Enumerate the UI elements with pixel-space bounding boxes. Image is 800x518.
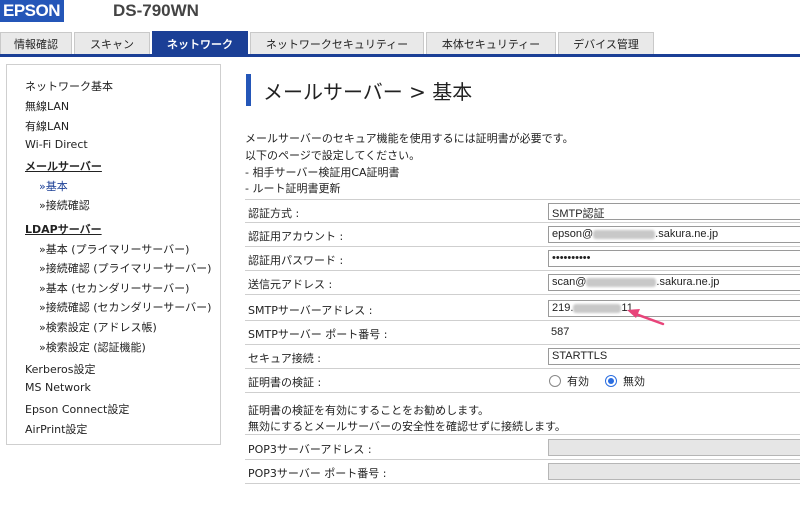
tab-device-security[interactable]: 本体セキュリティー <box>426 32 556 54</box>
row-secure-connection: セキュア接続 : STARTTLS <box>245 345 800 369</box>
sidebar-item-ms-network[interactable]: MS Network <box>25 381 91 394</box>
row-sender-address: 送信元アドレス : scan@ .sakura.ne.jp <box>245 271 800 295</box>
sidebar-item-kerberos[interactable]: Kerberos設定 <box>25 361 95 377</box>
tab-network-security[interactable]: ネットワークセキュリティー <box>250 32 424 54</box>
header: EPSON DS-790WN <box>0 0 800 27</box>
tab-device-management[interactable]: デバイス管理 <box>558 32 654 54</box>
sidebar-item-mail-basic[interactable]: »基本 <box>39 178 68 194</box>
sender-address-prefix: scan@ <box>552 276 587 288</box>
row-smtp-server: SMTPサーバーアドレス : 219. 11 <box>245 297 800 321</box>
blurred-text <box>586 277 657 287</box>
blurred-text <box>573 303 622 313</box>
tab-bar: 情報確認 スキャン ネットワーク ネットワークセキュリティー 本体セキュリティー… <box>0 30 800 57</box>
radio-disable-label[interactable]: 無効 <box>623 373 645 389</box>
row-cert-validation: 証明書の検証 : 有効 無効 <box>245 369 800 393</box>
sidebar-item-search-auth[interactable]: »検索設定 (認証機能) <box>39 339 146 355</box>
row-auth-method: 認証方式 : SMTP認証 <box>245 199 800 223</box>
radio-enable-label[interactable]: 有効 <box>567 373 589 389</box>
auth-password-input[interactable]: •••••••••• <box>548 250 800 267</box>
epson-logo: EPSON <box>0 0 65 22</box>
sidebar-item-wired-lan[interactable]: 有線LAN <box>25 118 69 134</box>
smtp-server-suffix: 11 <box>621 302 633 314</box>
pop3-server-input[interactable] <box>548 439 800 456</box>
tab-information[interactable]: 情報確認 <box>0 32 72 54</box>
sidebar-item-ldap-check-secondary[interactable]: »接続確認 (セカンダリーサーバー) <box>39 299 211 315</box>
smtp-server-label: SMTPサーバーアドレス : <box>248 304 373 317</box>
smtp-server-prefix: 219. <box>552 302 574 314</box>
smtp-port-label: SMTPサーバー ポート番号 : <box>248 328 388 341</box>
row-auth-account: 認証用アカウント : epson@ .sakura.ne.jp <box>245 223 800 247</box>
sidebar-item-ldap-basic-primary[interactable]: »基本 (プライマリーサーバー) <box>39 241 189 257</box>
secure-connection-select[interactable]: STARTTLS <box>548 348 800 365</box>
pop3-port-label: POP3サーバー ポート番号 : <box>248 467 387 480</box>
info-line: - 相手サーバー検証用CA証明書 <box>245 166 400 179</box>
sender-address-input[interactable]: scan@ .sakura.ne.jp <box>548 274 800 291</box>
info-line: - ルート証明書更新 <box>245 182 341 195</box>
cert-validation-label: 証明書の検証 : <box>248 376 322 389</box>
sidebar-item-wifi-direct[interactable]: Wi-Fi Direct <box>25 138 88 151</box>
auth-account-suffix: .sakura.ne.jp <box>655 228 719 240</box>
row-pop3-port: POP3サーバー ポート番号 : <box>245 460 800 484</box>
info-line: メールサーバーのセキュア機能を使用するには証明書が必要です。 <box>245 132 574 145</box>
sidebar-item-search-address-book[interactable]: »検索設定 (アドレス帳) <box>39 319 157 335</box>
row-smtp-port: SMTPサーバー ポート番号 : 587 <box>245 321 800 345</box>
auth-method-select[interactable]: SMTP認証 <box>548 203 800 220</box>
model-name: DS-790WN <box>113 1 199 20</box>
cert-validation-radio-group: 有効 無効 <box>549 373 655 389</box>
smtp-server-input[interactable]: 219. 11 <box>548 300 800 317</box>
sender-address-suffix: .sakura.ne.jp <box>656 276 720 288</box>
pop3-server-label: POP3サーバーアドレス : <box>248 443 372 456</box>
sidebar: ネットワーク基本 無線LAN 有線LAN Wi-Fi Direct メールサーバ… <box>6 64 221 445</box>
secure-connection-label: セキュア接続 : <box>248 352 321 365</box>
tab-scan[interactable]: スキャン <box>74 32 150 54</box>
auth-account-prefix: epson@ <box>552 228 594 240</box>
auth-account-input[interactable]: epson@ .sakura.ne.jp <box>548 226 800 243</box>
pop3-port-input[interactable] <box>548 463 800 480</box>
sidebar-item-airprint[interactable]: AirPrint設定 <box>25 421 87 437</box>
row-auth-password: 認証用パスワード : •••••••••• <box>245 247 800 271</box>
sender-address-label: 送信元アドレス : <box>248 278 333 291</box>
sidebar-item-mail-connection-check[interactable]: »接続確認 <box>39 197 90 213</box>
smtp-port-input[interactable]: 587 <box>548 324 800 341</box>
logo-text: EPSON <box>0 0 65 22</box>
info-line: 以下のページで設定してください。 <box>245 149 421 162</box>
sidebar-item-epson-connect[interactable]: Epson Connect設定 <box>25 401 129 417</box>
auth-method-label: 認証方式 : <box>248 207 300 220</box>
sidebar-item-wireless-lan[interactable]: 無線LAN <box>25 98 69 114</box>
sidebar-section-mail-server: メールサーバー <box>25 160 102 173</box>
title-accent-bar <box>246 74 251 106</box>
page-title: メールサーバー > 基本 <box>263 80 473 104</box>
sidebar-item-ldap-basic-secondary[interactable]: »基本 (セカンダリーサーバー) <box>39 280 189 296</box>
tab-network[interactable]: ネットワーク <box>152 31 248 55</box>
cert-validation-note: 証明書の検証を有効にすることをお勧めします。 無効にするとメールサーバーの安全性… <box>245 398 800 435</box>
radio-enable[interactable] <box>549 375 561 387</box>
sidebar-section-ldap-server: LDAPサーバー <box>25 223 102 236</box>
row-pop3-server: POP3サーバーアドレス : <box>245 436 800 460</box>
sidebar-item-ldap-check-primary[interactable]: »接続確認 (プライマリーサーバー) <box>39 260 211 276</box>
sidebar-item-network-basic[interactable]: ネットワーク基本 <box>25 78 113 94</box>
note-line: 証明書の検証を有効にすることをお勧めします。 <box>248 404 490 417</box>
auth-account-label: 認証用アカウント : <box>248 230 344 243</box>
auth-password-label: 認証用パスワード : <box>248 254 344 267</box>
note-line: 無効にするとメールサーバーの安全性を確認せずに接続します。 <box>248 420 566 433</box>
radio-disable[interactable] <box>605 375 617 387</box>
blurred-text <box>593 229 656 239</box>
